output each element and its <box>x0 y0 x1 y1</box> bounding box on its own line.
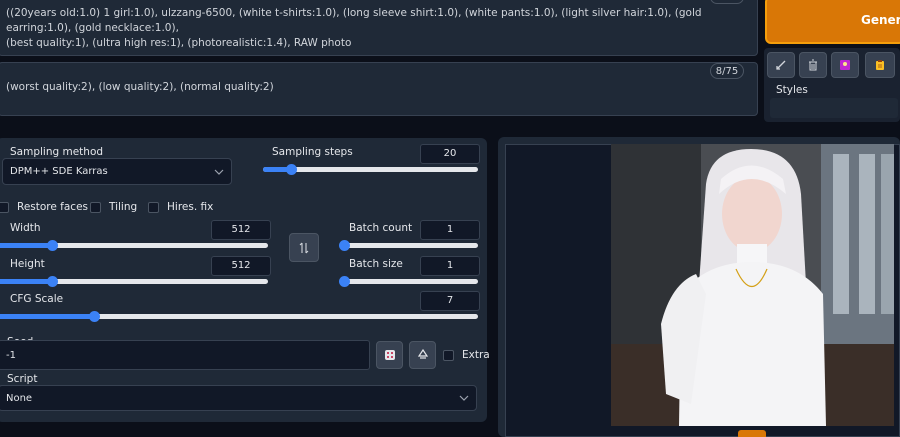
batch-count-label: Batch count <box>349 222 413 234</box>
tiling-option[interactable]: Tiling <box>90 201 137 213</box>
styles-dropdown[interactable] <box>770 98 898 118</box>
batch-size-input[interactable]: 1 <box>420 256 480 276</box>
sampling-method-value: DPM++ SDE Karras <box>10 166 108 177</box>
width-slider[interactable] <box>0 240 268 251</box>
recycle-icon <box>417 349 428 359</box>
extra-seed-checkbox[interactable] <box>443 349 454 361</box>
hires-fix-checkbox[interactable] <box>148 201 159 213</box>
sampling-method-label: Sampling method <box>10 146 104 158</box>
script-value: None <box>6 392 33 404</box>
slider-thumb[interactable] <box>339 240 350 251</box>
cfg-scale-label: CFG Scale <box>10 293 64 305</box>
trash-icon <box>809 59 817 71</box>
image-nav-thumb[interactable] <box>738 430 766 437</box>
width-label: Width <box>10 222 41 234</box>
extra-seed-label: Extra <box>462 349 490 361</box>
swap-arrows-icon <box>299 242 309 253</box>
script-label: Script <box>7 373 38 385</box>
tiling-label: Tiling <box>109 201 138 213</box>
slider-fill <box>0 279 52 284</box>
styles-label: Styles <box>776 84 808 96</box>
reuse-seed-button[interactable] <box>409 341 436 369</box>
batch-size-slider[interactable] <box>339 276 478 287</box>
swap-dimensions-button[interactable] <box>289 233 319 262</box>
generate-label: Generate <box>861 13 900 27</box>
arrow-diagonal-icon <box>776 60 786 70</box>
slider-thumb[interactable] <box>339 276 350 287</box>
generated-image-illustration <box>611 144 894 426</box>
save-style-button[interactable] <box>865 52 895 78</box>
read-params-button[interactable] <box>767 52 795 78</box>
height-input[interactable]: 512 <box>211 256 271 276</box>
script-dropdown[interactable]: None <box>0 385 477 411</box>
negative-token-counter: 8/75 <box>710 63 744 79</box>
batch-count-input[interactable]: 1 <box>420 220 480 240</box>
dice-icon <box>384 350 395 360</box>
positive-prompt[interactable]: ((20years old:1.0) 1 girl:1.0), ulzzang-… <box>0 0 758 56</box>
chevron-down-icon <box>214 169 224 175</box>
picture-card-icon <box>840 60 850 70</box>
generated-image[interactable] <box>611 144 894 426</box>
chevron-down-icon <box>459 395 469 401</box>
batch-size-label: Batch size <box>349 258 403 270</box>
hires-fix-option[interactable]: Hires. fix <box>148 201 213 213</box>
slider-thumb[interactable] <box>47 240 58 251</box>
slider-thumb[interactable] <box>285 164 297 175</box>
clipboard-icon <box>876 60 884 70</box>
clear-prompt-button[interactable] <box>799 52 827 78</box>
prompt-area-divider <box>0 57 760 61</box>
random-seed-button[interactable] <box>376 341 403 369</box>
restore-faces-option[interactable]: Restore faces <box>0 201 88 213</box>
width-input[interactable]: 512 <box>211 220 271 240</box>
slider-thumb[interactable] <box>47 276 58 287</box>
restore-faces-checkbox[interactable] <box>0 201 9 213</box>
slider-thumb[interactable] <box>89 311 100 322</box>
generate-button[interactable]: Generate <box>765 0 900 44</box>
seed-input[interactable]: -1 <box>0 340 370 370</box>
sampling-steps-label: Sampling steps <box>272 146 353 158</box>
positive-token-counter <box>710 0 744 4</box>
cfg-scale-slider[interactable] <box>0 311 478 322</box>
negative-prompt[interactable]: (worst quality:2), (low quality:2), (nor… <box>0 62 758 116</box>
height-slider[interactable] <box>0 276 268 287</box>
restore-faces-label: Restore faces <box>17 201 89 213</box>
sampling-steps-slider[interactable] <box>263 164 478 175</box>
sampling-method-dropdown[interactable]: DPM++ SDE Karras <box>2 158 232 185</box>
slider-fill <box>0 314 94 319</box>
tiling-checkbox[interactable] <box>90 201 101 213</box>
hires-fix-label: Hires. fix <box>167 201 214 213</box>
seed-value: -1 <box>6 350 16 361</box>
extra-networks-button[interactable] <box>831 52 859 78</box>
batch-count-slider[interactable] <box>339 240 478 251</box>
sampling-steps-input[interactable]: 20 <box>420 144 480 164</box>
extra-seed-option[interactable]: Extra <box>443 349 490 361</box>
height-label: Height <box>10 258 45 270</box>
cfg-scale-input[interactable]: 7 <box>420 291 480 311</box>
slider-fill <box>0 243 52 248</box>
